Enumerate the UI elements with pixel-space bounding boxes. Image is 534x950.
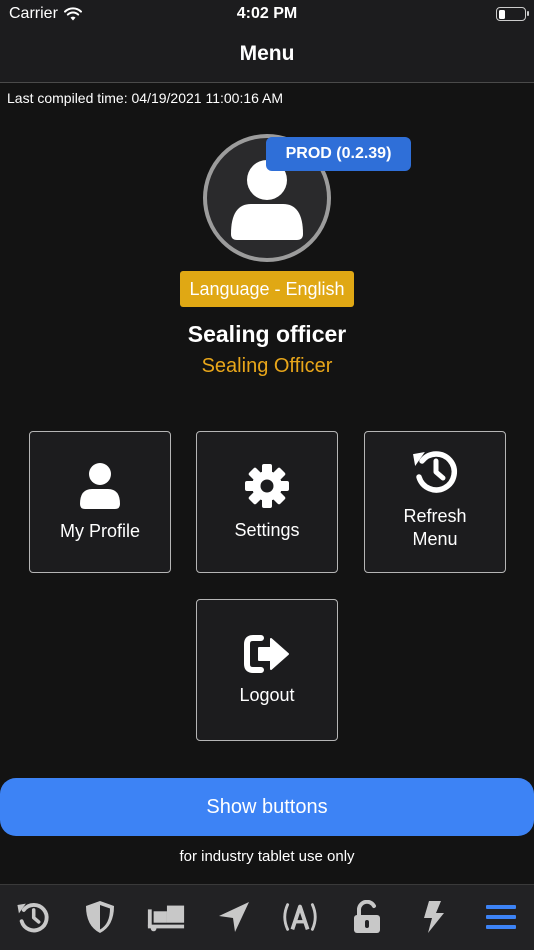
unlock-icon [354,900,380,933]
dolly-icon [147,905,185,932]
language-badge[interactable]: Language - English [180,271,354,307]
tab-shield[interactable] [80,899,120,935]
refresh-menu-tile[interactable]: Refresh Menu [364,431,506,573]
logout-icon [244,634,289,673]
status-time: 4:02 PM [236,5,298,22]
menu-icon [486,905,516,929]
environment-badge: PROD (0.2.39) [266,137,411,171]
history-icon [413,451,458,493]
tab-menu[interactable] [481,899,521,935]
gear-icon [245,463,289,508]
tile-label: Logout [239,684,295,705]
logout-tile[interactable]: Logout [196,599,338,741]
tile-label: Settings [234,519,300,540]
navigation-bar: Menu [0,28,534,83]
tab-bolt[interactable] [414,899,454,935]
settings-tile[interactable]: Settings [196,431,338,573]
user-name: Sealing officer [187,321,347,347]
tile-label: Refresh Menu [403,506,467,549]
tab-location[interactable] [214,899,254,935]
history-icon [17,902,49,933]
my-profile-tile[interactable]: My Profile [29,431,171,573]
compiled-time: Last compiled time: 04/19/2021 11:00:16 … [7,90,284,106]
location-arrow-icon [219,902,249,932]
tab-broadcast[interactable] [280,899,320,935]
user-icon [80,462,120,509]
tab-history[interactable] [13,899,53,935]
page-title: Menu [239,42,295,65]
battery-level [498,9,505,19]
tab-dolly[interactable] [146,899,186,935]
industry-note: for industry tablet use only [179,848,355,865]
show-buttons-button[interactable]: Show buttons [0,778,534,836]
bolt-icon [424,901,444,933]
broadcast-a-icon [283,903,317,931]
user-role: Sealing Officer [201,355,333,377]
shield-icon [86,901,114,933]
tab-unlock[interactable] [347,899,387,935]
tile-label: My Profile [59,520,140,541]
battery-icon [496,7,529,21]
tab-bar [0,884,534,950]
status-bar: Carrier 4:02 PM [0,0,534,28]
